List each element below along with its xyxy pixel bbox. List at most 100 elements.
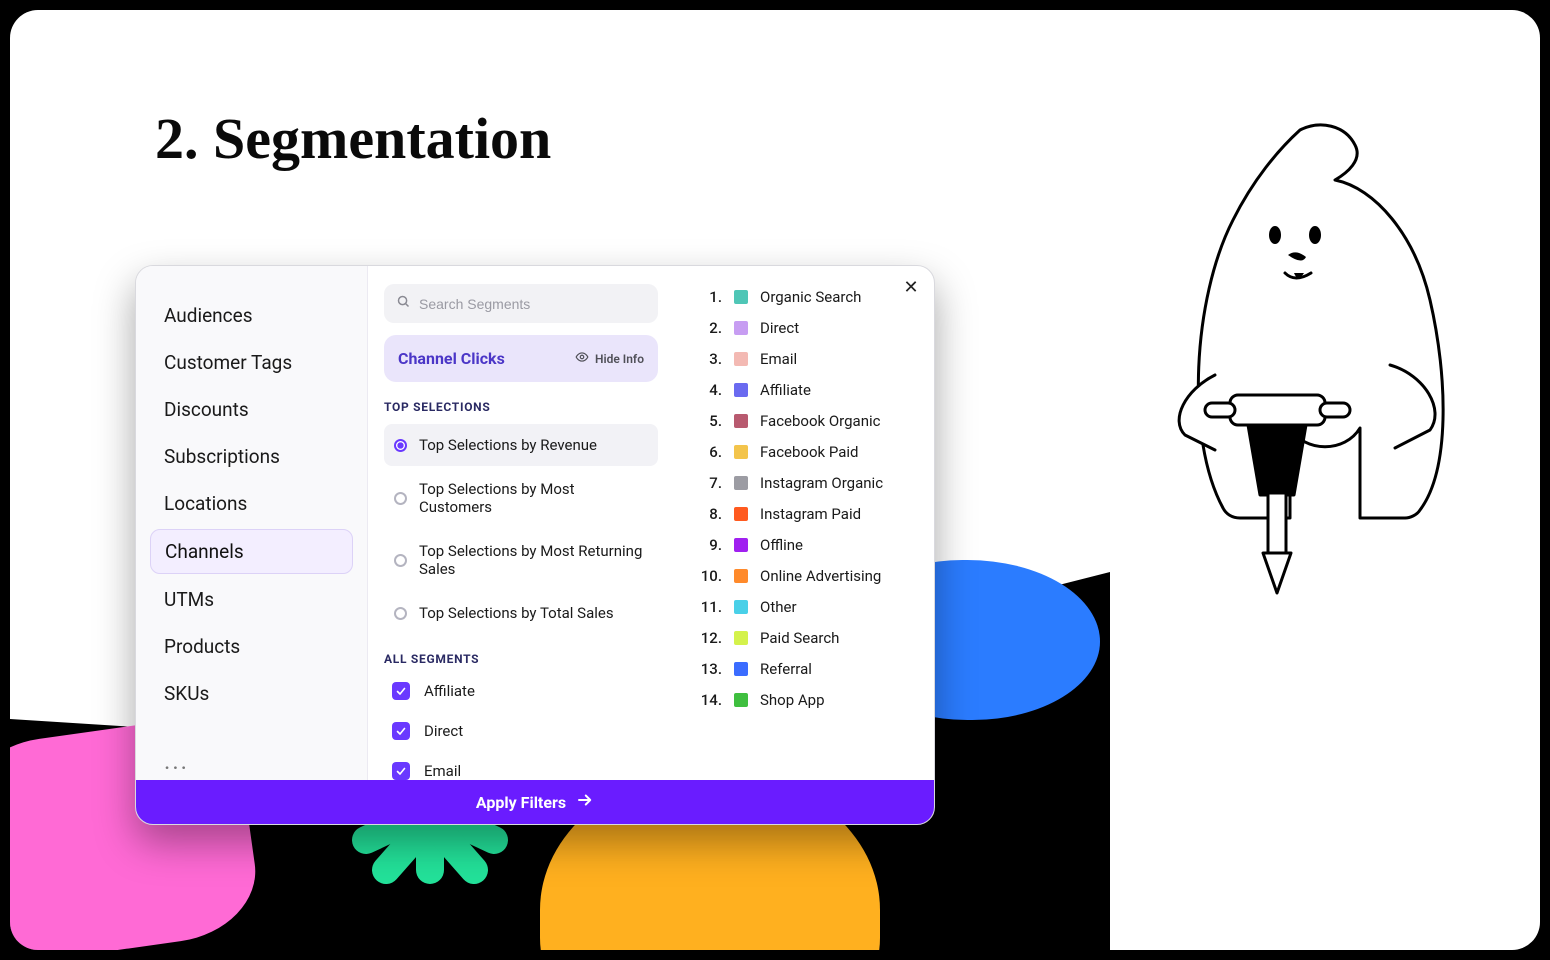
channel-label: Referral [760, 660, 812, 678]
channel-number: 5. [696, 412, 722, 430]
channel-label: Shop App [760, 691, 825, 709]
channel-color-swatch [734, 662, 748, 676]
sidebar-item-discounts[interactable]: Discounts [150, 388, 353, 431]
top-selections-list: Top Selections by Revenue Top Selections … [384, 424, 658, 634]
segment-checkbox-row[interactable]: Direct [384, 716, 658, 746]
sidebar-more-button[interactable]: ... [150, 743, 353, 779]
channel-number: 11. [696, 598, 722, 616]
channel-color-swatch [734, 600, 748, 614]
sidebar-item-channels[interactable]: Channels [150, 529, 353, 574]
sidebar-item-utms[interactable]: UTMs [150, 578, 353, 621]
sidebar-item-customer-tags[interactable]: Customer Tags [150, 341, 353, 384]
hide-info-label: Hide Info [595, 352, 644, 366]
channel-label: Other [760, 598, 797, 616]
channel-number: 10. [696, 567, 722, 585]
top-selection-label: Top Selections by Most Returning Sales [419, 542, 648, 578]
radio-icon [394, 492, 407, 505]
radio-icon [394, 439, 407, 452]
top-selection-option[interactable]: Top Selections by Total Sales [384, 592, 658, 634]
channel-number: 4. [696, 381, 722, 399]
segment-label: Direct [424, 722, 463, 740]
close-button[interactable]: ✕ [900, 276, 922, 298]
channel-label: Paid Search [760, 629, 839, 647]
channel-color-swatch [734, 693, 748, 707]
sidebar-item-products[interactable]: Products [150, 625, 353, 668]
channel-row: 5.Facebook Organic [696, 412, 918, 430]
channel-label: Email [760, 350, 797, 368]
top-selection-label: Top Selections by Revenue [419, 436, 597, 454]
channel-color-swatch [734, 445, 748, 459]
channel-label: Affiliate [760, 381, 811, 399]
segments-modal: ✕ AudiencesCustomer TagsDiscountsSubscri… [135, 265, 935, 825]
search-input-container[interactable] [384, 284, 658, 323]
channel-number: 6. [696, 443, 722, 461]
channel-label: Offline [760, 536, 803, 554]
channel-label: Facebook Paid [760, 443, 859, 461]
channel-row: 6. Facebook Paid [696, 443, 918, 461]
channel-color-swatch [734, 290, 748, 304]
channel-row: 8. Instagram Paid [696, 505, 918, 523]
channel-color-swatch [734, 414, 748, 428]
sidebar-item-subscriptions[interactable]: Subscriptions [150, 435, 353, 478]
channel-row: 13. Referral [696, 660, 918, 678]
sidebar-item-locations[interactable]: Locations [150, 482, 353, 525]
channel-color-swatch [734, 383, 748, 397]
hide-info-button[interactable]: Hide Info [575, 350, 644, 367]
channel-row: 12. Paid Search [696, 629, 918, 647]
search-icon [396, 294, 411, 313]
sidebar-item-audiences[interactable]: Audiences [150, 294, 353, 337]
top-selections-label: TOP SELECTIONS [384, 400, 658, 414]
channel-color-swatch [734, 352, 748, 366]
channel-number: 8. [696, 505, 722, 523]
channel-row: 4. Affiliate [696, 381, 918, 399]
channel-row: 1. Organic Search [696, 288, 918, 306]
channel-color-swatch [734, 507, 748, 521]
segment-checkbox-row[interactable]: Email [384, 756, 658, 780]
checkbox-icon [392, 722, 410, 740]
channel-label: Direct [760, 319, 799, 337]
segment-checkbox-row[interactable]: Affiliate [384, 676, 658, 706]
panel-header: Channel Clicks Hide Info [384, 335, 658, 382]
channel-color-swatch [734, 538, 748, 552]
sidebar-item-skus[interactable]: SKUs [150, 672, 353, 715]
channel-number: 1. [696, 288, 722, 306]
middle-column: Channel Clicks Hide Info TOP SELECTIONS … [368, 266, 674, 780]
channel-color-swatch [734, 631, 748, 645]
search-input[interactable] [419, 296, 646, 312]
top-selection-option[interactable]: Top Selections by Most Returning Sales [384, 530, 658, 590]
segment-label: Affiliate [424, 682, 475, 700]
channel-color-swatch [734, 569, 748, 583]
channel-label: Online Advertising [760, 567, 881, 585]
checkbox-icon [392, 762, 410, 780]
top-selection-option[interactable]: Top Selections by Most Customers [384, 468, 658, 528]
panel-title: Channel Clicks [398, 349, 505, 368]
channel-row: 3. Email [696, 350, 918, 368]
channel-number: 3. [696, 350, 722, 368]
channel-number: 9. [696, 536, 722, 554]
channel-row: 2. Direct [696, 319, 918, 337]
channel-number: 13. [696, 660, 722, 678]
top-selection-label: Top Selections by Most Customers [419, 480, 648, 516]
channel-number: 7. [696, 474, 722, 492]
channel-number: 14. [696, 691, 722, 709]
all-segments-list: AffiliateDirectEmailFacebook Organic [384, 676, 658, 780]
channel-number: 12. [696, 629, 722, 647]
character-illustration [1120, 115, 1480, 615]
channel-label: Instagram Paid [760, 505, 861, 523]
top-selection-option[interactable]: Top Selections by Revenue [384, 424, 658, 466]
channel-label: Instagram Organic [760, 474, 883, 492]
radio-icon [394, 554, 407, 567]
channel-row: 14. Shop App [696, 691, 918, 709]
channel-row: 10. Online Advertising [696, 567, 918, 585]
top-selection-label: Top Selections by Total Sales [419, 604, 614, 622]
apply-filters-label: Apply Filters [476, 793, 566, 812]
channel-row: 7. Instagram Organic [696, 474, 918, 492]
page-title: 2. Segmentation [155, 105, 551, 172]
channel-row: 9. Offline [696, 536, 918, 554]
sidebar: AudiencesCustomer TagsDiscountsSubscript… [136, 266, 368, 780]
apply-filters-button[interactable]: Apply Filters [136, 780, 934, 824]
radio-icon [394, 607, 407, 620]
close-icon: ✕ [903, 277, 918, 298]
channel-label: Organic Search [760, 288, 861, 306]
channel-number: 2. [696, 319, 722, 337]
